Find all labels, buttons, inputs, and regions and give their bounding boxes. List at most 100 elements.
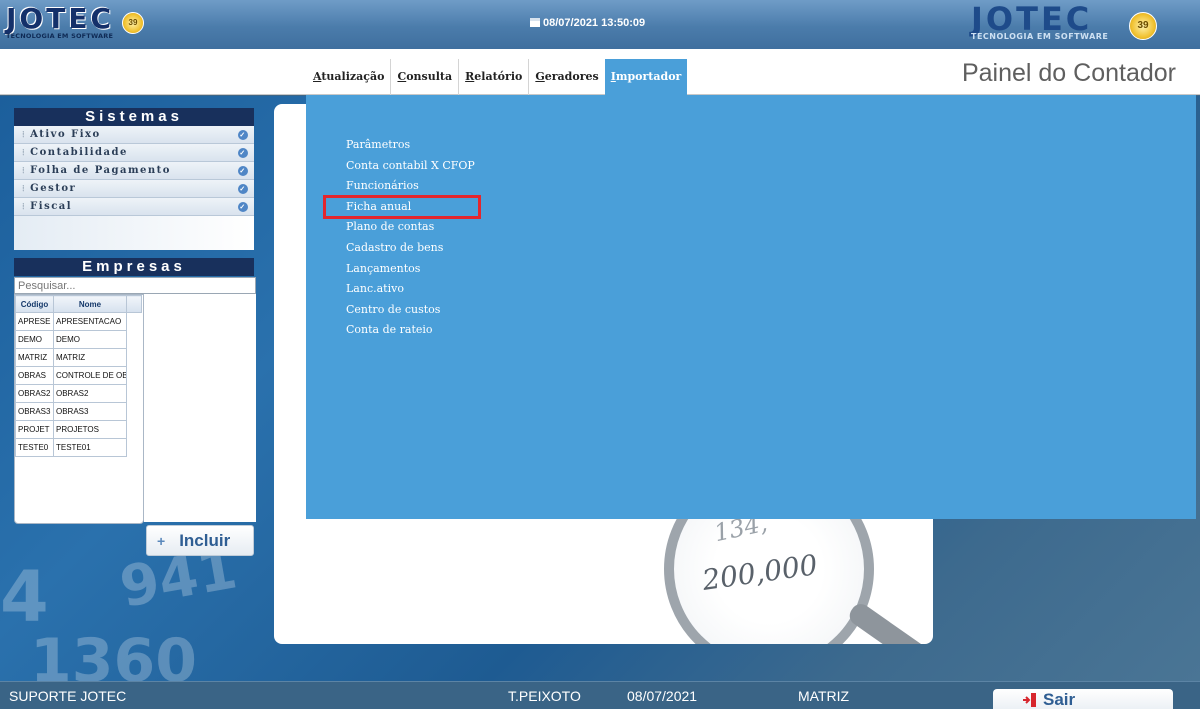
logo-text: JOTEC — [6, 2, 114, 35]
cell-codigo: APRESE — [15, 312, 54, 331]
calendar-icon — [530, 18, 540, 27]
table-row[interactable]: OBRAS2 OBRAS2 — [15, 384, 142, 403]
sistema-item-folha[interactable]: ⁞ Folha de Pagamento ✓ — [14, 162, 254, 180]
menu-importador[interactable]: Importador — [604, 59, 688, 95]
page-title: Painel do Contador — [961, 59, 1176, 87]
status-user: SUPORTE JOTEC — [9, 688, 127, 704]
empresas-list-background — [144, 294, 256, 522]
sistema-label: Folha de Pagamento — [30, 165, 171, 176]
top-header: JOTEC TECNOLOGIA EM SOFTWARE 39 08/07/20… — [0, 0, 1200, 49]
ficha-anual-highlight-box — [323, 195, 481, 219]
table-row[interactable]: TESTE0 TESTE01 — [15, 438, 142, 457]
menu-item-conta-de-rateio[interactable]: Conta de rateio — [346, 320, 475, 341]
sistema-label: Ativo Fixo — [30, 129, 101, 140]
check-icon: ✓ — [238, 130, 248, 140]
column-header-empty — [126, 295, 142, 313]
bullet-icon: ⁞ — [22, 201, 27, 211]
datetime-text: 08/07/2021 13:50:09 — [543, 17, 646, 29]
bullet-icon: ⁞ — [22, 165, 27, 175]
bullet-icon: ⁞ — [22, 147, 27, 157]
cell-nome: OBRAS3 — [53, 402, 127, 421]
column-header-codigo[interactable]: Código — [15, 295, 54, 313]
table-row[interactable]: PROJET PROJETOS — [15, 420, 142, 439]
sistema-label: Gestor — [30, 183, 77, 194]
table-row[interactable]: APRESE APRESENTACAO — [15, 312, 142, 331]
cell-codigo: OBRAS — [15, 366, 54, 385]
menu-label: eradores — [544, 70, 599, 83]
table-row[interactable]: MATRIZ MATRIZ — [15, 348, 142, 367]
sair-button[interactable]: Sair — [993, 689, 1173, 709]
status-date: 08/07/2021 — [627, 688, 698, 704]
sistemas-list: ⁞ Ativo Fixo ✓ ⁞ Contabilidade ✓ ⁞ Folha de P… — [14, 126, 254, 216]
empresas-table: Código Nome APRESE APRESENTACAO DEMO DEMO … — [15, 295, 142, 457]
menu-label: elatório — [474, 70, 523, 83]
cell-codigo: MATRIZ — [15, 348, 54, 367]
sistema-item-gestor[interactable]: ⁞ Gestor ✓ — [14, 180, 254, 198]
menu-label: onsulta — [406, 70, 453, 83]
empresas-list[interactable]: Código Nome APRESE APRESENTACAO DEMO DEMO … — [14, 294, 144, 524]
menu-geradores[interactable]: Geradores — [528, 59, 604, 95]
check-icon: ✓ — [238, 202, 248, 212]
importador-dropdown: Parâmetros Conta contabil X CFOP Funcion… — [306, 95, 1196, 519]
menu-item-parametros[interactable]: Parâmetros — [346, 135, 475, 156]
cell-codigo: OBRAS3 — [15, 402, 54, 421]
jotec-logo-left: JOTEC TECNOLOGIA EM SOFTWARE 39 — [6, 2, 144, 44]
menu-label: mportador — [615, 70, 682, 83]
cell-nome: MATRIZ — [53, 348, 127, 367]
bullet-icon: ⁞ — [22, 183, 27, 193]
cell-nome: PROJETOS — [53, 420, 127, 439]
table-row[interactable]: OBRAS CONTROLE DE OB — [15, 366, 142, 385]
status-company: MATRIZ — [798, 688, 850, 704]
status-operator: T.PEIXOTO — [508, 688, 581, 704]
sistemas-header: Sistemas — [14, 108, 254, 126]
check-icon: ✓ — [238, 184, 248, 194]
menu-relatorio[interactable]: Relatório — [458, 59, 528, 95]
menu-consulta[interactable]: Consulta — [390, 59, 458, 95]
cell-codigo: TESTE0 — [15, 438, 54, 457]
menu-item-funcionarios[interactable]: Funcionários — [346, 176, 475, 197]
menu-accel: G — [535, 70, 545, 83]
sistema-label: Contabilidade — [30, 147, 128, 158]
menu-item-conta-contabil-cfop[interactable]: Conta contabil X CFOP — [346, 156, 475, 177]
cell-nome: DEMO — [53, 330, 127, 349]
logo-subtitle: TECNOLOGIA EM SOFTWARE — [6, 32, 114, 40]
logo-text: JOTEC — [971, 0, 1093, 38]
jotec-logo-right: JOTEC TECNOLOGIA EM SOFTWARE 39 — [971, 0, 1157, 44]
sistemas-decoration — [14, 216, 254, 250]
cell-codigo: OBRAS2 — [15, 384, 54, 403]
incluir-label: Incluir — [179, 531, 231, 550]
menu-item-cadastro-de-bens[interactable]: Cadastro de bens — [346, 238, 475, 259]
menu-accel: C — [397, 70, 407, 83]
cell-nome: CONTROLE DE OB — [53, 366, 127, 385]
cell-nome: TESTE01 — [53, 438, 127, 457]
menu-bar: Atualização Consulta Relatório Geradores… — [0, 49, 1200, 95]
sair-label: Sair — [1043, 690, 1076, 709]
sistema-item-fiscal[interactable]: ⁞ Fiscal ✓ — [14, 198, 254, 216]
status-bar: SUPORTE JOTEC T.PEIXOTO 08/07/2021 MATRI… — [0, 681, 1200, 709]
bullet-icon: ⁞ — [22, 129, 27, 139]
empresas-header: Empresas — [14, 258, 254, 276]
incluir-button[interactable]: + Incluir — [146, 525, 254, 556]
magnifier-handle — [845, 600, 933, 644]
sistema-label: Fiscal — [30, 201, 73, 212]
menu-item-plano-de-contas[interactable]: Plano de contas — [346, 217, 475, 238]
sistema-item-ativo-fixo[interactable]: ⁞ Ativo Fixo ✓ — [14, 126, 254, 144]
menu-item-lanc-ativo[interactable]: Lanc.ativo — [346, 279, 475, 300]
menu-item-centro-de-custos[interactable]: Centro de custos — [346, 300, 475, 321]
sistema-item-contabilidade[interactable]: ⁞ Contabilidade ✓ — [14, 144, 254, 162]
exit-icon — [1023, 693, 1036, 707]
column-header-nome[interactable]: Nome — [53, 295, 127, 313]
anniversary-badge-icon: 39 — [122, 12, 144, 34]
cell-nome: APRESENTACAO — [53, 312, 127, 331]
table-row[interactable]: DEMO DEMO — [15, 330, 142, 349]
check-icon: ✓ — [238, 166, 248, 176]
menu-atualizacao[interactable]: Atualização — [307, 59, 390, 95]
check-icon: ✓ — [238, 148, 248, 158]
cell-nome: OBRAS2 — [53, 384, 127, 403]
menu-item-lancamentos[interactable]: Lançamentos — [346, 259, 475, 280]
menu-label: tualização — [321, 70, 385, 83]
table-row[interactable]: OBRAS3 OBRAS3 — [15, 402, 142, 421]
logo-subtitle: TECNOLOGIA EM SOFTWARE — [971, 32, 1109, 41]
header-datetime: 08/07/2021 13:50:09 — [530, 17, 645, 29]
empresas-search-input[interactable] — [14, 277, 256, 294]
